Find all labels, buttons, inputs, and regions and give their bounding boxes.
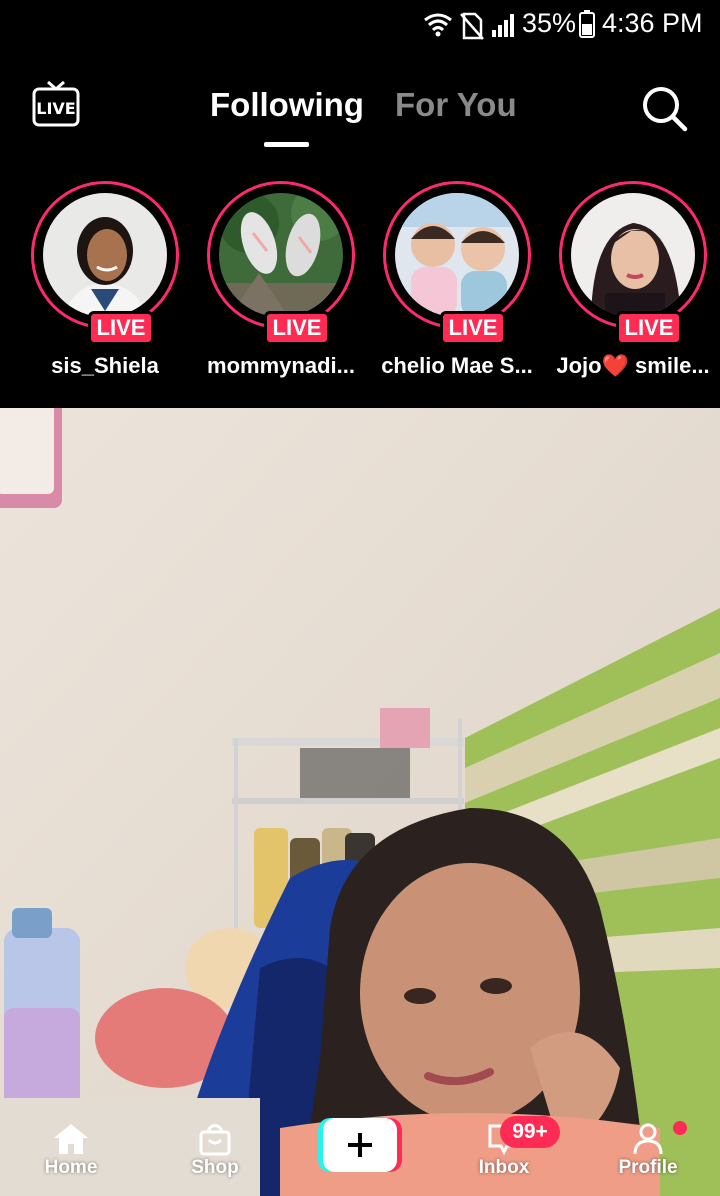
- story-username: chelio Mae S...: [381, 353, 533, 378]
- story-username: Jojo❤️ smile...: [556, 353, 710, 378]
- avatar: [571, 193, 695, 317]
- profile-notification-dot: [673, 1121, 687, 1135]
- story-ring: LIVE: [559, 181, 707, 345]
- nav-profile-label: Profile: [618, 1157, 678, 1178]
- story-item[interactable]: LIVE chelio Mae S...: [369, 181, 545, 391]
- live-badge: LIVE: [440, 311, 506, 345]
- avatar: [395, 193, 519, 317]
- svg-text:LIVE: LIVE: [36, 99, 75, 118]
- nav-profile[interactable]: Profile: [593, 1122, 703, 1192]
- inbox-notification-badge: 99+: [500, 1116, 560, 1148]
- live-stories-row: LIVE sis_Shiela LIVE mommynadi... LIVE c…: [0, 164, 720, 408]
- live-video-feed[interactable]: [0, 408, 720, 1196]
- clock: 4:36 PM: [602, 8, 703, 38]
- story-item[interactable]: LIVE sis_Shiela: [17, 181, 193, 391]
- live-badge: LIVE: [88, 311, 154, 345]
- home-icon: [54, 1124, 88, 1154]
- story-ring: LIVE: [383, 181, 531, 345]
- live-badge: LIVE: [264, 311, 330, 345]
- tab-for-you[interactable]: For You: [395, 86, 517, 124]
- create-video-button[interactable]: [318, 1118, 402, 1172]
- story-item[interactable]: LIVE mommynadi...: [193, 181, 369, 391]
- status-bar: 35% 4:36 PM: [0, 0, 720, 52]
- nav-shop-label: Shop: [191, 1157, 239, 1178]
- video-frame: [0, 408, 720, 1196]
- battery-percent: 35%: [522, 8, 577, 38]
- story-username: sis_Shiela: [51, 353, 159, 378]
- tab-following[interactable]: Following: [210, 86, 364, 124]
- profile-icon: [633, 1123, 663, 1155]
- avatar: [43, 193, 167, 317]
- search-icon[interactable]: [640, 84, 688, 132]
- story-item[interactable]: LIVE Jojo❤️ smile...: [545, 181, 720, 391]
- story-username: mommynadi...: [207, 353, 355, 378]
- live-tv-icon[interactable]: LIVE: [30, 80, 82, 130]
- nav-home-label: Home: [44, 1157, 98, 1178]
- shopping-bag-icon: [199, 1124, 231, 1156]
- signal-icon: [492, 14, 514, 37]
- nav-inbox-label: Inbox: [478, 1157, 530, 1178]
- bottom-nav: Home Shop Inbox Profile: [0, 1110, 720, 1196]
- top-nav: LIVE Following For You: [0, 52, 720, 164]
- story-ring: LIVE: [31, 181, 179, 345]
- active-tab-indicator: [264, 142, 309, 147]
- avatar: [219, 193, 343, 317]
- no-sim-icon: [460, 12, 484, 40]
- wifi-icon: [424, 13, 452, 37]
- story-ring: LIVE: [207, 181, 355, 345]
- battery-icon: [579, 10, 595, 38]
- live-badge: LIVE: [616, 311, 682, 345]
- nav-shop[interactable]: Shop: [160, 1122, 270, 1192]
- nav-home[interactable]: Home: [16, 1122, 126, 1192]
